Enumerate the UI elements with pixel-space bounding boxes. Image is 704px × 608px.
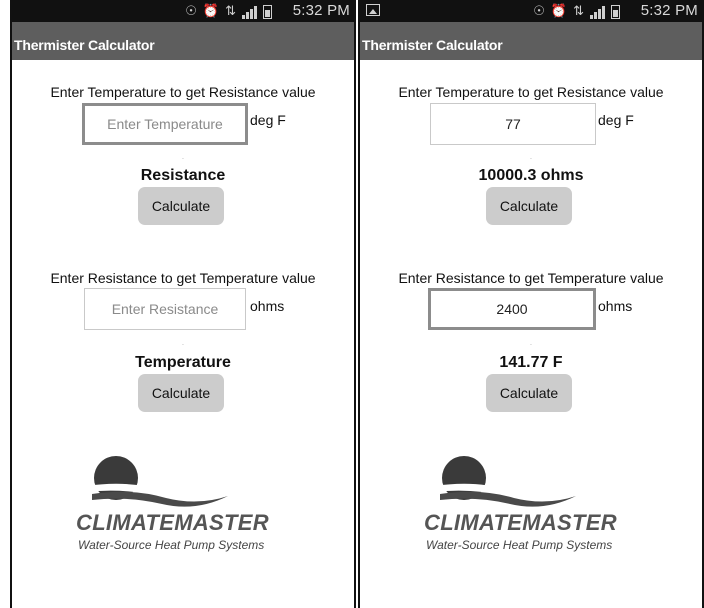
network-icon: ⇅: [225, 3, 236, 18]
battery-icon: [263, 5, 272, 19]
picture-icon: [366, 4, 380, 16]
alarm-icon: ⏰: [550, 3, 568, 18]
separator-dot: .: [182, 154, 184, 161]
eye-icon: ☉: [533, 3, 545, 18]
temperature-input[interactable]: [430, 103, 596, 145]
resistance-result: Resistance: [140, 167, 226, 184]
logo-tagline: Water-Source Heat Pump Systems: [426, 538, 613, 552]
status-clock: 5:32 PM: [640, 2, 698, 19]
network-icon: ⇅: [573, 3, 584, 18]
logo-globe-icon: [86, 456, 228, 507]
temp-unit: deg F: [250, 112, 286, 128]
resistance-result: 10000.3 ohms: [478, 167, 584, 184]
status-bar: ☉ ⏰ ⇅ 5:32 PM: [360, 0, 702, 22]
temp-unit: deg F: [598, 112, 634, 128]
status-icons: ☉ ⏰ ⇅: [185, 3, 272, 19]
temperature-result: Temperature: [135, 354, 231, 371]
temperature-result: 141.77 F: [499, 354, 563, 371]
phone-screen-empty: ☉ ⏰ ⇅ 5:32 PM Thermister Calculator Ente…: [10, 0, 356, 608]
calculate-resistance-button[interactable]: Calculate: [138, 187, 224, 225]
signal-icon: [590, 5, 605, 19]
separator-dot: .: [182, 340, 184, 347]
calculate-temperature-button[interactable]: Calculate: [138, 374, 224, 412]
battery-icon: [611, 5, 620, 19]
calculate-temperature-button[interactable]: Calculate: [486, 374, 572, 412]
logo-globe-icon: [434, 456, 576, 507]
resistance-unit: ohms: [598, 298, 633, 314]
calculate-resistance-button[interactable]: Calculate: [486, 187, 572, 225]
status-clock: 5:32 PM: [292, 2, 350, 19]
phone-screen-filled: ☉ ⏰ ⇅ 5:32 PM Thermister Calculator Ente…: [358, 0, 704, 608]
climatemaster-logo: CLIMATEMASTER Water-Source Heat Pump Sys…: [416, 452, 646, 562]
status-icons: ☉ ⏰ ⇅: [533, 3, 620, 19]
resistance-unit: ohms: [250, 298, 285, 314]
resistance-input[interactable]: [428, 288, 596, 330]
status-bar: ☉ ⏰ ⇅ 5:32 PM: [12, 0, 354, 22]
temperature-input[interactable]: [82, 103, 248, 145]
separator-dot: .: [530, 340, 532, 347]
eye-icon: ☉: [185, 3, 197, 18]
temp-prompt: Enter Temperature to get Resistance valu…: [398, 84, 664, 100]
logo-tagline: Water-Source Heat Pump Systems: [78, 538, 265, 552]
separator-dot: .: [530, 154, 532, 161]
resistance-prompt: Enter Resistance to get Temperature valu…: [50, 270, 316, 286]
resistance-prompt: Enter Resistance to get Temperature valu…: [398, 270, 664, 286]
climatemaster-logo: CLIMATEMASTER Water-Source Heat Pump Sys…: [68, 452, 298, 562]
temp-prompt: Enter Temperature to get Resistance valu…: [50, 84, 316, 100]
app-title: Thermister Calculator: [360, 22, 702, 60]
resistance-input[interactable]: [84, 288, 246, 330]
logo-wordmark: CLIMATEMASTER: [424, 510, 617, 535]
signal-icon: [242, 5, 257, 19]
alarm-icon: ⏰: [202, 3, 220, 18]
logo-wordmark: CLIMATEMASTER: [76, 510, 269, 535]
app-title: Thermister Calculator: [12, 22, 354, 60]
